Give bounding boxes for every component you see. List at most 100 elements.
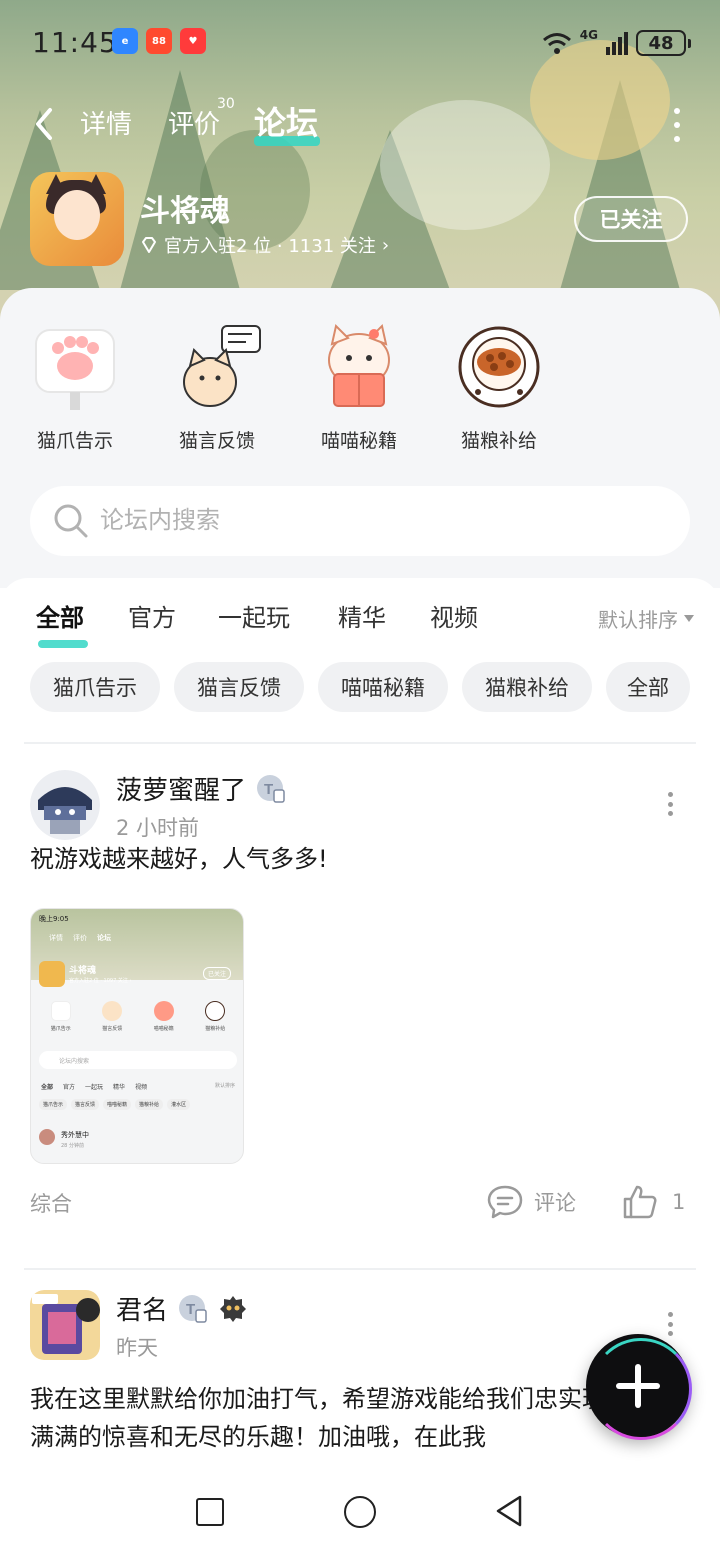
thumb-user: 秀外慧中 [61, 1131, 89, 1139]
thumb-entries: 猫爪告示 猫言反馈 喵喵秘籍 猫粮补给 [35, 1001, 241, 1047]
caret-down-icon [684, 615, 694, 622]
plus-icon [616, 1364, 660, 1408]
status-bar: 11:45 e 88 ♥ 4G 48 [0, 22, 720, 66]
like-button[interactable]: 1 [622, 1184, 685, 1220]
new-post-button[interactable] [586, 1334, 692, 1440]
thumb-chips: 猫爪告示 猫言反馈 喵喵秘籍 猫粮补给 灌水区 [39, 1099, 239, 1110]
system-nav-bar [0, 1476, 720, 1549]
post-time: 昨天 [116, 1336, 158, 1360]
search-icon [54, 504, 88, 538]
tab-details[interactable]: 详情 [80, 104, 132, 141]
home-icon[interactable] [344, 1496, 376, 1528]
thumb-user-time: 28 分钟前 [61, 1143, 84, 1149]
post-content: 祝游戏越来越好，人气多多! [30, 845, 328, 873]
cat-feedback-icon [172, 322, 262, 412]
category-play-together[interactable]: 一起玩 [218, 598, 290, 633]
thumb-game-logo [39, 961, 65, 987]
thumb-tab: 评价 [73, 934, 87, 942]
chip-cat-guide[interactable]: 喵喵秘籍 [318, 662, 448, 712]
section-cat-feedback[interactable]: 猫言反馈 [162, 318, 272, 458]
cat-guide-book-icon [314, 322, 404, 412]
forum-sections: 猫爪告示 猫言反馈 喵喵秘籍 猫粮补给 [0, 318, 720, 458]
notification-icons: e 88 ♥ [112, 28, 206, 54]
post-image-thumbnail[interactable]: 晚上9:05 详情 评价 论坛 斗将魂 官方入驻2 位 · 1097 关注 › … [30, 908, 244, 1164]
thumb-tabs: 详情 评价 论坛 [49, 933, 111, 943]
category-featured[interactable]: 精华 [338, 598, 386, 633]
thumb-meta: 官方入驻2 位 · 1097 关注 › [69, 978, 132, 984]
game-meta-text: 官方入驻2 位 · 1131 关注 [164, 236, 376, 257]
shop-app-icon: 88 [146, 28, 172, 54]
search-input[interactable] [100, 486, 660, 556]
post-item[interactable]: 菠萝蜜醒了 T 2 小时前 祝游戏越来越好，人气多多! 晚上9:05 详情 评价… [0, 770, 720, 1250]
category-video[interactable]: 视频 [430, 598, 478, 633]
comment-button[interactable]: 评论 [486, 1184, 576, 1220]
thumb-search: 论坛内搜索 [39, 1051, 237, 1069]
game-app-icon: ♥ [180, 28, 206, 54]
svg-text:T: T [186, 1301, 195, 1318]
post-author[interactable]: 君名 T [116, 1290, 248, 1327]
category-official[interactable]: 官方 [128, 598, 176, 633]
game-title: 斗将魂 [140, 194, 230, 229]
status-indicators: 4G 48 [542, 28, 691, 56]
user-avatar[interactable] [30, 1290, 100, 1360]
user-level-icon: T [179, 1294, 207, 1323]
cat-paw-sign-icon [30, 322, 120, 412]
svg-text:T: T [264, 781, 273, 798]
follow-button[interactable]: 已关注 [574, 196, 688, 242]
battery-level: 48 [648, 32, 674, 54]
more-options-icon[interactable] [672, 108, 682, 142]
signal-icon [606, 31, 628, 55]
thumb-tab: 论坛 [97, 934, 111, 942]
section-label: 猫言反馈 [178, 430, 255, 452]
section-cat-paw-notice[interactable]: 猫爪告示 [20, 318, 130, 458]
chip-cat-feedback[interactable]: 猫言反馈 [174, 662, 304, 712]
recent-apps-icon[interactable] [196, 1498, 224, 1526]
thumb-time: 晚上9:05 [39, 915, 69, 923]
section-label: 猫爪告示 [36, 430, 113, 452]
top-nav: 详情 评价 30 论坛 [0, 96, 720, 152]
thumb-entry: 猫爪告示 [50, 1001, 71, 1047]
section-chips: 猫爪告示 猫言反馈 喵喵秘籍 猫粮补给 全部 [30, 662, 710, 714]
back-nav-icon[interactable] [494, 1494, 524, 1528]
post-more-icon[interactable] [668, 792, 674, 816]
section-label: 喵喵秘籍 [320, 430, 397, 452]
user-level-icon: T [257, 774, 285, 803]
divider [24, 1268, 696, 1270]
thumb-sort: 默认排序 [214, 1083, 235, 1089]
tab-reviews[interactable]: 评价 [168, 104, 220, 141]
thumb-entry: 喵喵秘籍 [153, 1001, 174, 1047]
review-count-badge: 30 [217, 96, 235, 112]
active-category-indicator [38, 640, 88, 648]
forum-header-panel: 猫爪告示 猫言反馈 喵喵秘籍 猫粮补给 [0, 288, 720, 588]
game-meta[interactable]: 官方入驻2 位 · 1131 关注 › [140, 232, 389, 258]
category-tabs: 全部 官方 一起玩 精华 视频 默认排序 [0, 598, 720, 648]
sort-label: 默认排序 [598, 608, 678, 632]
comment-label: 评论 [534, 1191, 576, 1215]
post-author[interactable]: 菠萝蜜醒了 T [116, 770, 286, 807]
network-type: 4G [579, 28, 598, 42]
chip-cat-food[interactable]: 猫粮补给 [462, 662, 592, 712]
comment-icon [487, 1185, 523, 1219]
post-more-icon[interactable] [668, 1312, 674, 1336]
wifi-icon [542, 31, 572, 55]
category-all[interactable]: 全部 [36, 598, 84, 633]
battery-icon: 48 [636, 30, 691, 56]
game-app-logo[interactable] [30, 172, 124, 266]
sort-dropdown[interactable]: 默认排序 [598, 604, 694, 633]
section-cat-food[interactable]: 猫粮补给 [444, 318, 554, 458]
user-avatar[interactable] [30, 770, 100, 840]
back-icon[interactable] [30, 104, 58, 144]
post-time: 2 小时前 [116, 816, 200, 840]
forum-search-bar[interactable] [30, 486, 690, 556]
post-tag[interactable]: 综合 [30, 1188, 72, 1218]
thumb-entry: 猫粮补给 [205, 1001, 225, 1047]
thumb-follow: 已关注 [203, 967, 232, 980]
divider [24, 742, 696, 744]
chip-all[interactable]: 全部 [606, 662, 690, 712]
author-name: 君名 [116, 1296, 169, 1326]
section-cat-guide[interactable]: 喵喵秘籍 [304, 318, 414, 458]
chip-cat-paw-notice[interactable]: 猫爪告示 [30, 662, 160, 712]
game-info: 斗将魂 官方入驻2 位 · 1131 关注 › 已关注 [0, 172, 720, 268]
tab-forum[interactable]: 论坛 [254, 98, 318, 144]
section-label: 猫粮补给 [460, 430, 537, 452]
